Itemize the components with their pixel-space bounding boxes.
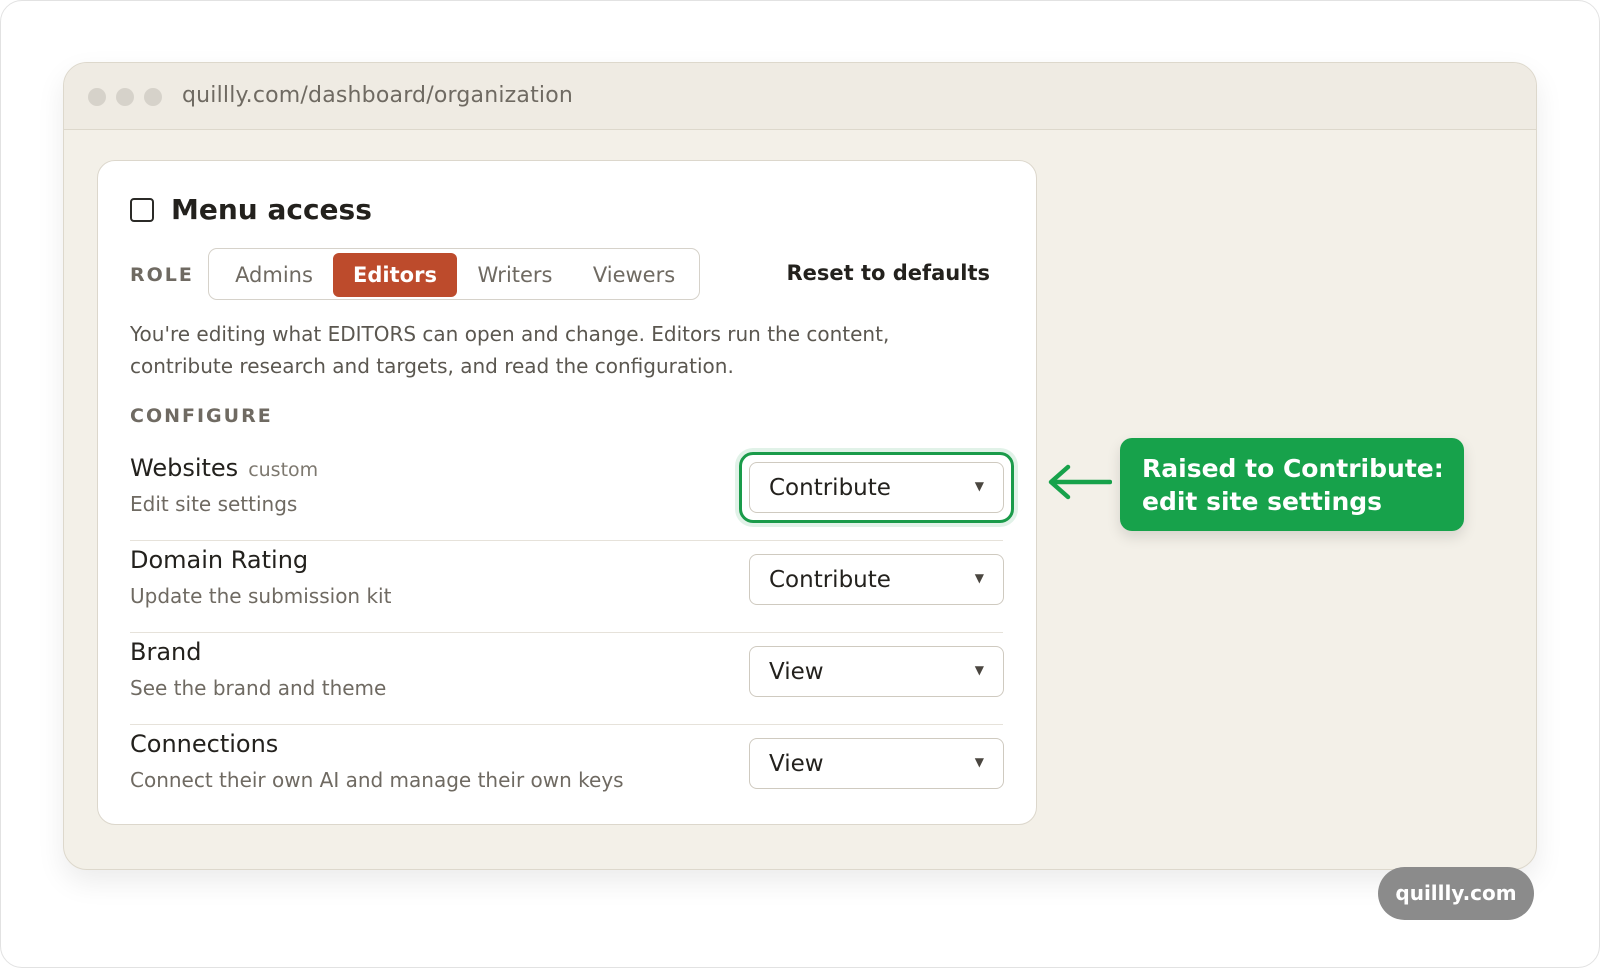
card-title: Menu access — [171, 193, 372, 226]
role-tab-editors[interactable]: Editors — [333, 253, 457, 297]
chevron-down-icon: ▼ — [974, 571, 984, 585]
menu-access-checkbox[interactable] — [130, 197, 154, 222]
select-value: View — [769, 659, 824, 685]
permission-row-websites: Websites custom Edit site settings Contri… — [130, 448, 1014, 541]
arrow-left-icon — [1048, 464, 1112, 500]
chevron-down-icon: ▼ — [974, 663, 984, 677]
watermark-badge: quillly.com — [1378, 867, 1534, 920]
permission-name-text: Websites — [130, 454, 239, 482]
permission-select-websites[interactable]: Contribute ▼ — [749, 462, 1004, 513]
role-tab-viewers[interactable]: Viewers — [575, 253, 693, 297]
role-description: You're editing what EDITORS can open and… — [130, 322, 890, 378]
permission-description: Update the submission kit — [130, 584, 392, 608]
permission-description: See the brand and theme — [130, 676, 387, 700]
permission-name: Connections — [130, 730, 279, 758]
permission-select-connections[interactable]: View ▼ — [749, 738, 1004, 789]
browser-titlebar: quillly.com/dashboard/organization — [64, 63, 1536, 130]
close-dot-icon[interactable] — [88, 88, 106, 106]
callout-line-2: edit site settings — [1142, 487, 1383, 516]
menu-access-card: Menu access ROLE Admins Editors Writers … — [97, 160, 1037, 825]
annotation-callout: Raised to Contribute: edit site settings — [1120, 438, 1464, 531]
role-selector: Admins Editors Writers Viewers — [208, 248, 700, 300]
role-row: ROLE Admins Editors Writers Viewers Rese… — [130, 248, 990, 303]
address-bar-url[interactable]: quillly.com/dashboard/organization — [182, 83, 573, 108]
chevron-down-icon: ▼ — [974, 755, 984, 769]
permission-row-domain-rating: Domain Rating Update the submission kit … — [130, 540, 1004, 633]
permission-select-brand[interactable]: View ▼ — [749, 646, 1004, 697]
permission-name: Brand — [130, 638, 202, 666]
reset-to-defaults-button[interactable]: Reset to defaults — [786, 261, 990, 285]
chevron-down-icon: ▼ — [974, 479, 984, 493]
permission-description: Edit site settings — [130, 492, 298, 516]
role-tab-writers[interactable]: Writers — [461, 253, 569, 297]
permission-description: Connect their own AI and manage their ow… — [130, 768, 624, 792]
window-controls — [88, 88, 162, 106]
minimize-dot-icon[interactable] — [116, 88, 134, 106]
select-value: View — [769, 751, 824, 777]
select-value: Contribute — [769, 475, 891, 501]
select-value: Contribute — [769, 567, 891, 593]
configure-section-label: CONFIGURE — [130, 405, 273, 427]
permission-row-brand: Brand See the brand and theme View ▼ — [130, 632, 1004, 725]
permission-select-domain-rating[interactable]: Contribute ▼ — [749, 554, 1004, 605]
permission-row-connections: Connections Connect their own AI and man… — [130, 724, 1004, 816]
custom-tag: custom — [248, 459, 319, 481]
card-header: Menu access — [130, 193, 372, 226]
role-label: ROLE — [130, 264, 194, 286]
callout-line-1: Raised to Contribute: — [1142, 454, 1444, 483]
maximize-dot-icon[interactable] — [144, 88, 162, 106]
permission-name: Domain Rating — [130, 546, 309, 574]
permission-name: Websites custom — [130, 454, 318, 482]
role-tab-admins[interactable]: Admins — [219, 253, 329, 297]
